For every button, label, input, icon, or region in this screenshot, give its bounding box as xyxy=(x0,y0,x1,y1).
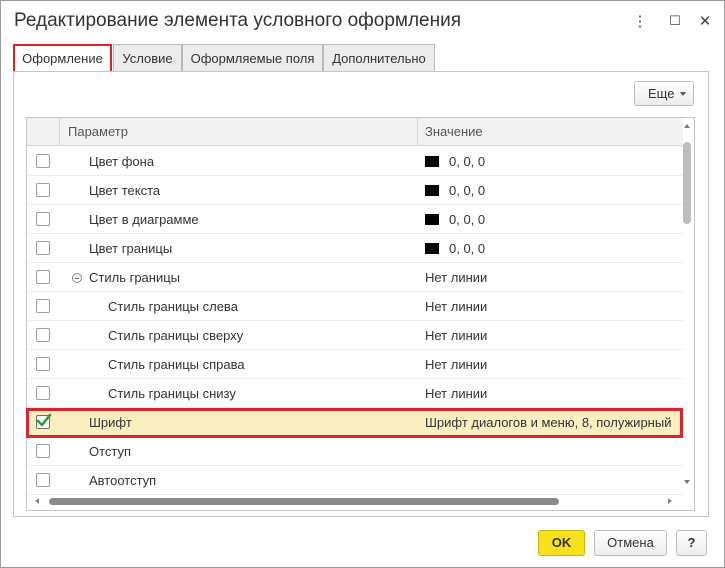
close-icon[interactable]: ✕ xyxy=(695,11,715,31)
dialog-window: Редактирование элемента условного оформл… xyxy=(0,0,725,568)
row-value: Нет линии xyxy=(425,328,488,343)
row-parameter: Цвет текста xyxy=(89,183,161,198)
row-checkbox[interactable] xyxy=(36,154,50,168)
row-value: Нет линии xyxy=(425,299,488,314)
row-checkbox[interactable] xyxy=(36,386,50,400)
row-value: 0, 0, 0 xyxy=(449,241,486,256)
row-value: 0, 0, 0 xyxy=(449,212,486,227)
row-parameter: Стиль границы слева xyxy=(108,299,238,314)
row-value: 0, 0, 0 xyxy=(449,154,486,169)
scroll-up-icon[interactable] xyxy=(684,124,690,128)
color-swatch xyxy=(425,214,439,225)
tab-formatting[interactable]: Оформление xyxy=(13,44,112,73)
grid-row[interactable]: Цвет в диаграмме 0, 0, 0 xyxy=(27,205,683,234)
tab-formatted-fields[interactable]: Оформляемые поля xyxy=(182,44,323,72)
chevron-down-icon xyxy=(680,92,686,96)
color-swatch xyxy=(425,185,439,196)
grid-row[interactable]: Цвет фона 0, 0, 0 xyxy=(27,147,683,176)
row-parameter: Цвет фона xyxy=(89,154,155,169)
row-checkbox[interactable] xyxy=(36,328,50,342)
row-checkbox[interactable] xyxy=(36,212,50,226)
help-button[interactable]: ? xyxy=(676,530,707,556)
more-button-label: Еще xyxy=(648,86,675,101)
appearance-grid[interactable]: Параметр Значение Цвет фона 0, 0, 0 Цвет… xyxy=(26,117,695,511)
row-value: 0, 0, 0 xyxy=(449,183,486,198)
row-checkbox[interactable] xyxy=(36,183,50,197)
horizontal-scrollbar[interactable] xyxy=(27,494,681,508)
row-checkbox[interactable] xyxy=(36,473,50,487)
header-value[interactable]: Значение xyxy=(418,118,683,146)
row-parameter: Цвет в диаграмме xyxy=(89,212,199,227)
row-checkbox-checked[interactable] xyxy=(36,413,52,429)
collapse-icon[interactable] xyxy=(72,273,82,283)
tab-additional[interactable]: Дополнительно xyxy=(323,44,435,72)
grid-row[interactable]: Стиль границы снизу Нет линии xyxy=(27,379,683,408)
row-parameter: Стиль границы снизу xyxy=(108,386,236,401)
vertical-scrollbar[interactable] xyxy=(681,118,693,494)
row-parameter: Стиль границы xyxy=(89,270,181,285)
row-checkbox[interactable] xyxy=(36,357,50,371)
color-swatch xyxy=(425,243,439,254)
grid-row[interactable]: Автоотступ xyxy=(27,466,683,495)
vertical-scroll-thumb[interactable] xyxy=(683,142,691,224)
ok-button[interactable]: OK xyxy=(538,530,585,556)
row-parameter: Шрифт xyxy=(89,415,132,430)
cancel-button[interactable]: Отмена xyxy=(594,530,667,556)
header-parameter[interactable]: Параметр xyxy=(60,118,418,146)
row-value: Нет линии xyxy=(425,270,488,285)
row-parameter: Автоотступ xyxy=(89,473,157,488)
scroll-left-icon[interactable] xyxy=(35,498,39,504)
horizontal-scroll-thumb[interactable] xyxy=(49,498,559,505)
row-parameter: Цвет границы xyxy=(89,241,173,256)
row-checkbox[interactable] xyxy=(36,241,50,255)
row-checkbox[interactable] xyxy=(36,444,50,458)
maximize-icon[interactable]: ☐ xyxy=(665,11,685,31)
scroll-down-icon[interactable] xyxy=(684,480,690,484)
grid-row[interactable]: Цвет границы 0, 0, 0 xyxy=(27,234,683,263)
checkmark-icon xyxy=(36,413,52,427)
grid-row[interactable]: Стиль границы слева Нет линии xyxy=(27,292,683,321)
header-check-column xyxy=(27,118,60,146)
row-parameter: Стиль границы сверху xyxy=(108,328,244,343)
grid-row[interactable]: Цвет текста 0, 0, 0 xyxy=(27,176,683,205)
row-parameter: Отступ xyxy=(89,444,132,459)
more-actions-icon[interactable]: ⋮ xyxy=(630,11,650,31)
row-checkbox[interactable] xyxy=(36,270,50,284)
row-value: Нет линии xyxy=(425,357,488,372)
grid-row[interactable]: Отступ xyxy=(27,437,683,466)
row-parameter: Стиль границы справа xyxy=(108,357,245,372)
grid-row-selected[interactable]: Шрифт Шрифт диалогов и меню, 8, полужирн… xyxy=(27,408,683,437)
row-value: Шрифт диалогов и меню, 8, полужирный xyxy=(425,415,672,430)
row-checkbox[interactable] xyxy=(36,299,50,313)
scroll-right-icon[interactable] xyxy=(668,498,672,504)
color-swatch xyxy=(425,156,439,167)
grid-header: Параметр Значение xyxy=(27,118,683,146)
grid-row[interactable]: Стиль границы Нет линии xyxy=(27,263,683,292)
more-button[interactable]: Еще xyxy=(634,81,694,106)
dialog-title: Редактирование элемента условного оформл… xyxy=(14,10,462,31)
grid-row[interactable]: Стиль границы сверху Нет линии xyxy=(27,321,683,350)
row-value: Нет линии xyxy=(425,386,488,401)
grid-row[interactable]: Стиль границы справа Нет линии xyxy=(27,350,683,379)
tab-condition[interactable]: Условие xyxy=(113,44,182,72)
